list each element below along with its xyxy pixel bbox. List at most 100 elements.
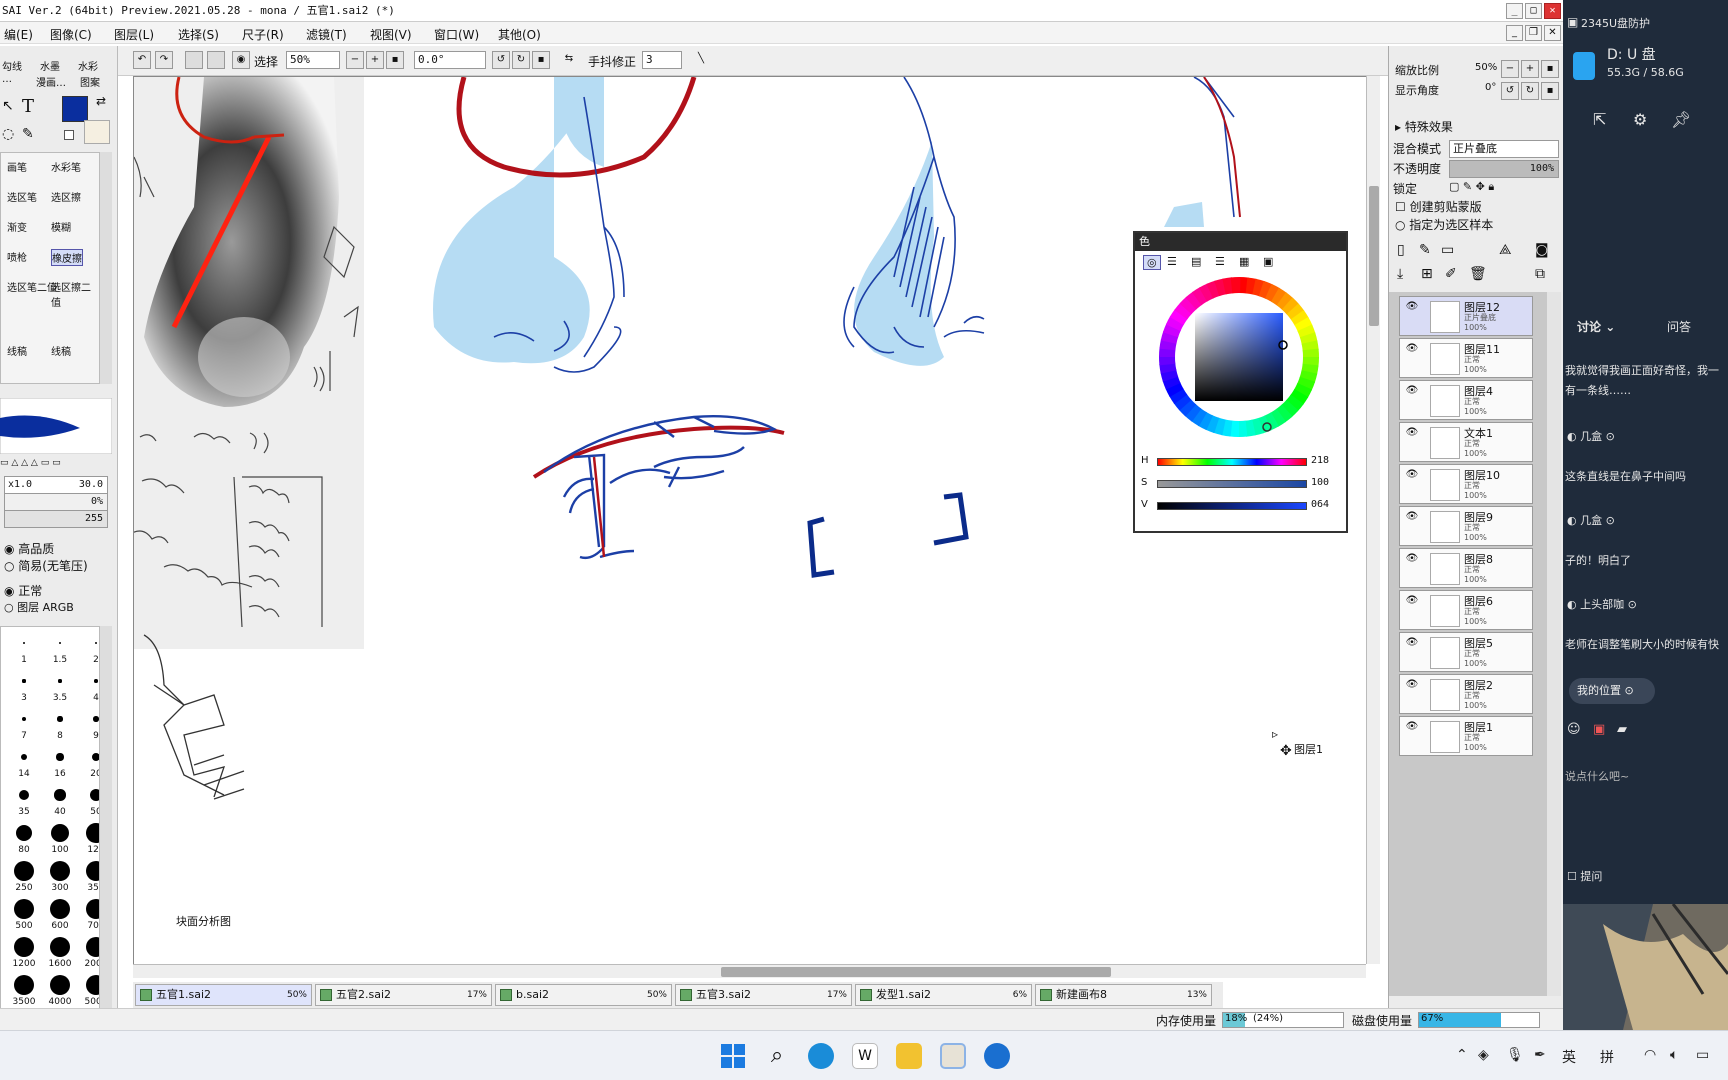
visibility-eye-icon[interactable]: 👁︎	[1404, 721, 1420, 735]
ask-checkbox[interactable]: ☐ 提问	[1567, 868, 1602, 884]
lasso-tool-icon[interactable]: ◌	[2, 126, 14, 142]
menu-select[interactable]: 选择(S)	[178, 26, 219, 43]
opacity-slider[interactable]: 100%	[1449, 160, 1559, 178]
primary-color-swatch[interactable]	[62, 96, 88, 122]
visibility-eye-icon[interactable]: 👁︎	[1404, 469, 1420, 483]
file-tab[interactable]: 五官1.sai2 50%	[135, 984, 312, 1006]
vertical-scroll-thumb[interactable]	[1369, 186, 1379, 326]
copy-layer-icon[interactable]: ⊞	[1421, 266, 1433, 282]
brush-size-dot[interactable]	[91, 752, 99, 762]
layer-row[interactable]: 👁︎ 图层2 正常 100%	[1399, 674, 1533, 714]
tool-select-eraser[interactable]: 选区擦	[51, 189, 81, 204]
visibility-eye-icon[interactable]: 👁︎	[1404, 385, 1420, 399]
new-folder-icon[interactable]: ▭	[1441, 242, 1454, 258]
eye-icon[interactable]: ◉	[232, 51, 250, 69]
menu-window[interactable]: 窗口(W)	[434, 26, 479, 43]
doc-minimize-button[interactable]: _	[1506, 25, 1523, 41]
edge-browser-icon[interactable]	[808, 1043, 834, 1069]
min-size-field[interactable]: 0%	[4, 493, 108, 511]
tool-lineart-2[interactable]: 线稿	[51, 343, 71, 358]
invert-selection-button[interactable]	[207, 51, 225, 69]
deselect-button[interactable]	[185, 51, 203, 69]
brush-size-dot[interactable]	[21, 716, 27, 722]
battery-icon[interactable]: ▭	[1696, 1047, 1709, 1063]
share-icon[interactable]: ⇱	[1593, 110, 1606, 129]
tool-select-pen-binary[interactable]: 选区笔二值	[7, 279, 57, 294]
angle-value[interactable]: 0°	[1485, 82, 1496, 93]
horizontal-scrollbar[interactable]	[133, 964, 1366, 978]
transparent-swatch[interactable]	[64, 130, 74, 140]
flip-icon[interactable]: ⇆	[560, 51, 578, 69]
clip-mask-checkbox[interactable]: ☐ 创建剪贴蒙版	[1395, 198, 1482, 215]
menu-edit[interactable]: 编(E)	[4, 26, 33, 43]
file-tab[interactable]: 五官2.sai2 17%	[315, 984, 492, 1006]
volume-icon[interactable]: 🔈︎	[1670, 1047, 1678, 1063]
stabilizer-select[interactable]: 3	[642, 51, 682, 69]
menu-ruler[interactable]: 尺子(R)	[242, 26, 284, 43]
selection-source-checkbox[interactable]: ○ 指定为选区样本	[1395, 216, 1493, 233]
radio-quality-high[interactable]: ◉ 高品质	[4, 540, 54, 557]
zoom-in-button[interactable]: +	[1521, 60, 1539, 78]
trash-icon[interactable]: 🗑︎	[1469, 266, 1487, 282]
angle-select[interactable]: 0.0°	[414, 51, 486, 69]
brush-size-dot[interactable]	[15, 824, 33, 842]
menu-other[interactable]: 其他(O)	[498, 26, 541, 43]
lock-icons[interactable]: ▢ ✎ ✥ 🔒︎	[1449, 180, 1494, 194]
secondary-color-swatch[interactable]	[84, 120, 110, 144]
hsv-tab[interactable]: ▤	[1191, 255, 1201, 268]
brush-size-dot[interactable]	[93, 716, 99, 722]
layer-row[interactable]: 👁︎ 图层10 正常 100%	[1399, 464, 1533, 504]
color-dialog-title[interactable]: 色	[1135, 233, 1346, 251]
location-button[interactable]: 我的位置 ⊙	[1569, 678, 1655, 704]
settings-icon[interactable]: ⚙	[1633, 110, 1647, 129]
brush-size-dot[interactable]	[54, 789, 66, 801]
visibility-eye-icon[interactable]: 👁︎	[1404, 637, 1420, 651]
maximize-button[interactable]: □	[1525, 3, 1542, 19]
pen-icon[interactable]: ✒	[1534, 1047, 1546, 1063]
brush-size-dot[interactable]	[23, 642, 25, 644]
zoom-reset-button[interactable]: ▪	[1541, 60, 1559, 78]
visibility-eye-icon[interactable]: 👁︎	[1404, 679, 1420, 693]
mixer-tab[interactable]: ☰	[1215, 255, 1225, 268]
tool-tab[interactable]: 水彩	[78, 58, 98, 73]
app-w-icon[interactable]: W	[852, 1043, 878, 1069]
zoom-reset-button[interactable]: ▪	[386, 51, 404, 69]
merge-down-icon[interactable]: ⤓	[1397, 266, 1403, 282]
zoom-in-button[interactable]: +	[366, 51, 384, 69]
eyedropper-icon[interactable]: ✎	[22, 126, 34, 142]
density-field[interactable]: 255	[4, 510, 108, 528]
microphone-icon[interactable]: 🎙︎	[1506, 1047, 1524, 1063]
wifi-icon[interactable]: ◠	[1644, 1047, 1656, 1063]
tool-tab[interactable]: …	[2, 74, 12, 85]
swap-colors-icon[interactable]: ⇄	[96, 94, 106, 108]
blend-mode-select[interactable]: 正片叠底	[1449, 140, 1559, 158]
vertical-scrollbar[interactable]	[1366, 76, 1380, 964]
sai-app-icon[interactable]	[940, 1043, 966, 1069]
brush-size-dot[interactable]	[58, 679, 62, 683]
file-tab[interactable]: 新建画布8 13%	[1035, 984, 1212, 1006]
folder-icon[interactable]: ▰	[1617, 722, 1627, 737]
layer-row[interactable]: 👁︎ 图层12 正片叠底 100%	[1399, 296, 1533, 336]
visibility-eye-icon[interactable]: 👁︎	[1404, 553, 1420, 567]
radio-quality-simple[interactable]: ○ 简易(无笔压)	[4, 557, 88, 574]
mask-icon[interactable]: ◙	[1535, 242, 1549, 258]
shape-buttons[interactable]: ▭ △ △ △ ▭ ▭	[0, 458, 112, 472]
visibility-eye-icon[interactable]: 👁︎	[1404, 427, 1420, 441]
brush-size-dot[interactable]	[86, 823, 99, 843]
tab-qa[interactable]: 问答	[1667, 318, 1691, 335]
new-layer-set-icon[interactable]: ✎	[1419, 242, 1431, 258]
brush-size-field[interactable]: x1.0 30.0	[4, 476, 108, 494]
file-tab[interactable]: 五官3.sai2 17%	[675, 984, 852, 1006]
tool-eraser[interactable]: 橡皮擦	[51, 249, 83, 266]
layer-effect-icon[interactable]: ⟁	[1499, 242, 1512, 258]
tray-app-icon[interactable]: ◈	[1478, 1047, 1489, 1063]
transfer-icon[interactable]: ⧉	[1535, 266, 1545, 282]
windows-start-icon[interactable]	[720, 1043, 746, 1069]
swatch-tab[interactable]: ▦	[1239, 255, 1249, 268]
layer-row[interactable]: 👁︎ 图层8 正常 100%	[1399, 548, 1533, 588]
visibility-eye-icon[interactable]: 👁︎	[1404, 301, 1420, 315]
tool-tab[interactable]: 勾线	[2, 58, 22, 73]
pin-icon[interactable]: 📌︎	[1671, 110, 1691, 129]
tool-watercolor[interactable]: 水彩笔	[51, 159, 81, 174]
visibility-eye-icon[interactable]: 👁︎	[1404, 343, 1420, 357]
